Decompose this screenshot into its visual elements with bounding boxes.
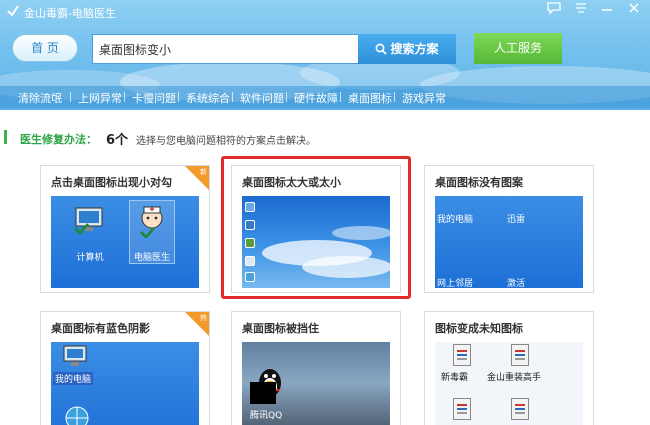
card-title: 桌面图标有蓝色阴影 <box>51 322 150 335</box>
icon-label-my-computer: 我的电脑 <box>53 372 94 385</box>
card-title: 桌面图标没有图案 <box>435 176 523 189</box>
category-system[interactable]: 系统综合 <box>186 90 230 106</box>
category-slowness[interactable]: 卡慢问题 <box>132 90 176 106</box>
title-bar: 金山毒霸-电脑医生 <box>0 0 650 24</box>
tiny-desktop-icon <box>245 202 255 212</box>
category-software[interactable]: 软件问题 <box>240 90 284 106</box>
solution-card-unknown-icons[interactable]: 图标变成未知图标 新毒霸 金山重装高手 <box>424 311 594 425</box>
tiny-desktop-icon <box>245 238 255 248</box>
icon-label-reinstall-expert: 金山重装高手 <box>487 373 542 383</box>
card-preview: 新毒霸 金山重装高手 <box>435 342 583 425</box>
tiny-desktop-icon <box>245 256 255 266</box>
search-button-label: 搜索方案 <box>390 42 439 56</box>
unknown-file-icon <box>453 344 471 366</box>
solution-summary: 医生修复办法： 6个 选择与您电脑问题相符的方案点击解决。 <box>0 128 650 148</box>
card-title: 桌面图标太大或太小 <box>242 176 341 189</box>
unknown-file-icon <box>511 344 529 366</box>
category-clear-rogue[interactable]: 清除流氓 <box>18 90 62 106</box>
kingsoft-logo-icon <box>7 5 19 17</box>
search-button[interactable]: 搜索方案 <box>358 34 456 64</box>
icon-label-new-duba: 新毒霸 <box>441 373 469 383</box>
category-internet[interactable]: 上网异常 <box>78 90 122 106</box>
category-desktop-icons[interactable]: 桌面图标 <box>348 90 392 106</box>
manual-service-button[interactable]: 人工服务 <box>474 33 562 64</box>
solution-card-icon-size[interactable]: 桌面图标太大或太小 <box>231 165 401 293</box>
icon-label-pc-doctor: 电脑医生 <box>133 253 170 263</box>
category-divider <box>340 92 341 102</box>
card-title: 图标变成未知图标 <box>435 322 523 335</box>
pc-doctor-icon <box>140 206 163 238</box>
badge-label: 热 <box>200 314 207 322</box>
solution-card-small-checkmark[interactable]: 点击桌面图标出现小对勾 新 计算机 电脑医生 <box>40 165 210 293</box>
minimize-icon[interactable] <box>597 2 617 18</box>
tiny-desktop-icon <box>245 220 255 230</box>
solution-card-blue-shadow[interactable]: 桌面图标有蓝色阴影 热 我的电脑 <box>40 311 210 425</box>
app-title: 金山毒霸-电脑医生 <box>24 7 116 20</box>
tiny-desktop-icon <box>245 272 255 282</box>
category-divider <box>70 92 71 102</box>
category-games[interactable]: 游戏异常 <box>402 90 446 106</box>
computer-icon <box>74 207 103 235</box>
card-preview <box>242 196 390 288</box>
icon-label-activate: 激活 <box>507 279 526 288</box>
solution-count: 6个 <box>106 133 129 148</box>
section-marker <box>4 130 7 144</box>
icon-label-computer: 计算机 <box>76 253 104 263</box>
icon-label-network: 网上邻居 <box>437 279 474 288</box>
category-divider <box>232 92 233 102</box>
unknown-file-icon <box>453 398 471 420</box>
category-divider <box>286 92 287 102</box>
card-preview: 计算机 电脑医生 <box>51 196 199 288</box>
icon-label-my-computer: 我的电脑 <box>437 215 474 225</box>
menu-icon[interactable] <box>571 2 591 18</box>
cloud-decoration <box>332 226 390 240</box>
card-title: 桌面图标被挡住 <box>242 322 319 335</box>
solution-label: 医生修复办法： <box>20 133 97 146</box>
solution-card-no-icon-image[interactable]: 桌面图标没有图案 我的电脑 迅雷 网上邻居 激活 <box>424 165 594 293</box>
category-divider <box>124 92 125 102</box>
category-hardware[interactable]: 硬件故障 <box>294 90 338 106</box>
category-divider <box>178 92 179 102</box>
icon-label-xunlei: 迅雷 <box>507 215 526 225</box>
solution-hint: 选择与您电脑问题相符的方案点击解决。 <box>136 136 316 147</box>
card-preview: 我的电脑 <box>51 342 199 425</box>
network-icon <box>65 406 89 425</box>
my-computer-icon <box>63 345 87 366</box>
card-preview: 腾讯QQ <box>242 342 390 425</box>
badge-label: 新 <box>200 168 207 176</box>
icon-label-qq: 腾讯QQ <box>250 411 283 421</box>
category-divider <box>394 92 395 102</box>
search-icon <box>376 43 388 55</box>
cloud-decoration <box>302 256 390 278</box>
search-input[interactable] <box>92 34 358 64</box>
unknown-file-icon <box>511 398 529 420</box>
card-title: 点击桌面图标出现小对勾 <box>51 176 172 189</box>
blocking-overlay <box>250 382 276 404</box>
solution-card-icons-blocked[interactable]: 桌面图标被挡住 腾讯QQ <box>231 311 401 425</box>
home-button[interactable]: 首 页 <box>12 34 78 62</box>
category-bar: 清除流氓 上网异常 卡慢问题 系统综合 软件问题 硬件故障 桌面图标 游戏异常 <box>0 86 650 108</box>
close-icon[interactable] <box>624 2 644 18</box>
feedback-icon[interactable] <box>544 2 564 18</box>
header: 金山毒霸-电脑医生 首 页 搜索方案 人工服务 清除流氓 上网异常 卡慢问题 系… <box>0 0 650 110</box>
card-preview: 我的电脑 迅雷 网上邻居 激活 <box>435 196 583 288</box>
